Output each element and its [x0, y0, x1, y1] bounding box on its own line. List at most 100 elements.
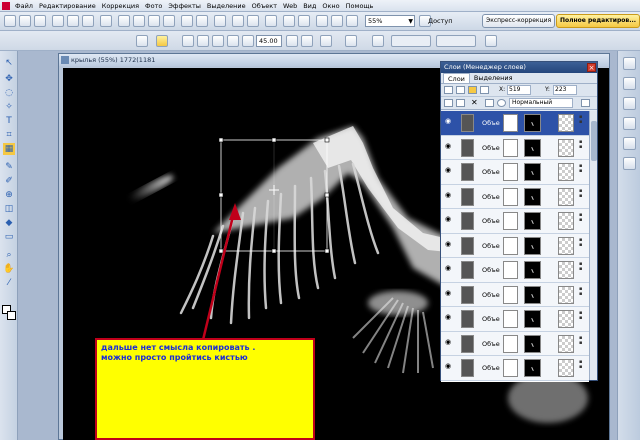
close-icon[interactable]: × [587, 63, 596, 72]
layer-lock-icon[interactable]: ▪ ▪ [579, 311, 587, 327]
hand-tool-icon[interactable]: ✋ [3, 263, 15, 275]
angle-spin-icon[interactable] [286, 35, 298, 47]
panel-toggle-1-icon[interactable] [623, 57, 636, 70]
magic-wand-icon[interactable]: ✧ [3, 101, 15, 113]
deform-tool-icon[interactable]: ▦ [3, 143, 15, 155]
grid-icon[interactable] [316, 15, 328, 27]
menu-object[interactable]: Объект [249, 2, 280, 10]
panel-toggle-6-icon[interactable] [623, 157, 636, 170]
x-field[interactable]: 519 [507, 85, 531, 95]
delete-layer-icon[interactable]: ✕ [471, 99, 480, 107]
layer-lock-icon[interactable]: ▪ ▪ [579, 335, 587, 352]
duplicate-layer-icon[interactable] [456, 99, 465, 107]
browse-icon[interactable] [100, 15, 112, 27]
options-icon[interactable] [485, 35, 497, 47]
visibility-eye-icon[interactable]: ◉ [444, 313, 452, 321]
layer-row[interactable]: ◉ Объе ▪ ▪ [441, 233, 589, 258]
visibility-eye-icon[interactable]: ◉ [444, 338, 452, 346]
layer-row[interactable]: ◉ Объе ▪ ▪ [441, 331, 589, 356]
text-tool-icon[interactable]: T [3, 115, 15, 127]
full-edit-button[interactable]: Полное редактиров... [556, 14, 640, 28]
visibility-eye-icon[interactable]: ◉ [444, 142, 452, 150]
layer-props-icon[interactable] [456, 86, 465, 94]
picker-tool-icon[interactable]: ⁄ [3, 277, 15, 289]
layer-lock-icon[interactable]: ▪ ▪ [579, 115, 587, 131]
ruler-icon[interactable] [331, 15, 343, 27]
visibility-eye-icon[interactable]: ◉ [444, 362, 452, 370]
panel-toggle-4-icon[interactable] [623, 117, 636, 130]
layer-lock-icon[interactable]: ▪ ▪ [579, 286, 587, 303]
lasso-tool-icon[interactable]: ◌ [3, 87, 15, 99]
clone-tool-icon[interactable]: ⊕ [3, 189, 15, 201]
zoom-select[interactable]: 55% ▼ [365, 15, 415, 27]
layer-row[interactable]: ◉ Объе ▪ ▪ [441, 111, 589, 136]
save-icon[interactable] [34, 15, 46, 27]
tab-selections[interactable]: Выделения [470, 73, 517, 83]
visibility-eye-icon[interactable]: ◉ [444, 191, 452, 199]
new-layer-icon[interactable] [444, 99, 453, 107]
email-icon[interactable] [82, 15, 94, 27]
rotate-icon[interactable] [283, 15, 295, 27]
zoom-icon[interactable] [346, 15, 358, 27]
menu-edit[interactable]: Редактирование [36, 2, 99, 10]
lock-icon[interactable] [372, 35, 384, 47]
fill-tool-icon[interactable]: ◆ [3, 217, 15, 229]
visibility-eye-icon[interactable]: ◉ [444, 117, 452, 125]
undo-icon[interactable] [232, 15, 244, 27]
visibility-eye-icon[interactable]: ◉ [444, 166, 452, 174]
scrollbar-thumb[interactable] [591, 121, 597, 161]
apply-icon[interactable] [301, 35, 313, 47]
visibility-eye-icon[interactable]: ◉ [444, 215, 452, 223]
rotate-left-icon[interactable] [227, 35, 239, 47]
layer-row[interactable]: ◉ Объе ▪ ▪ [441, 135, 589, 160]
print-icon[interactable] [67, 15, 79, 27]
flip-icon[interactable] [298, 15, 310, 27]
align-icon[interactable] [320, 35, 332, 47]
open-file-icon[interactable] [19, 15, 31, 27]
layer-lock-icon[interactable]: ▪ ▪ [579, 139, 587, 156]
redo-icon[interactable] [247, 15, 259, 27]
access-button[interactable]: Доступ [428, 15, 453, 27]
width-field[interactable] [391, 35, 431, 47]
express-correction-button[interactable]: Экспресс-коррекция [482, 14, 556, 28]
pointer-tool-icon[interactable]: ↖ [3, 57, 15, 69]
transform-mode-icon[interactable] [136, 35, 148, 47]
menu-file[interactable]: Файл [12, 2, 36, 10]
layer-type-icon[interactable] [444, 86, 453, 94]
link-icon[interactable] [485, 99, 494, 107]
layer-lock-icon[interactable]: ▪ ▪ [579, 164, 587, 180]
gradient-tool-icon[interactable]: ▭ [3, 231, 15, 243]
new-file-icon[interactable] [4, 15, 16, 27]
background-color-swatch[interactable] [7, 311, 16, 320]
perspective-icon[interactable] [212, 35, 224, 47]
move-tool-icon[interactable]: ✥ [3, 73, 15, 85]
layer-row[interactable]: ◉ Объе ▪ ▪ [441, 307, 589, 332]
menu-effects[interactable]: Эффекты [165, 2, 204, 10]
paste-icon[interactable] [148, 15, 160, 27]
menu-window[interactable]: Окно [319, 2, 342, 10]
resize-icon[interactable] [196, 15, 208, 27]
deform-mode-icon[interactable] [156, 35, 168, 47]
menu-correction[interactable]: Коррекция [99, 2, 142, 10]
visibility-eye-icon[interactable]: ◉ [444, 264, 452, 272]
layer-view-icon[interactable] [468, 86, 477, 94]
eraser-tool-icon[interactable]: ◫ [3, 203, 15, 215]
panel-toggle-2-icon[interactable] [623, 77, 636, 90]
layer-row[interactable]: ◉ Объе ▪ ▪ [441, 160, 589, 185]
layer-row[interactable]: ◉ Объе ▪ ▪ [441, 258, 589, 283]
layer-lock-icon[interactable]: ▪ ▪ [579, 213, 587, 229]
delete-icon[interactable] [214, 15, 226, 27]
visibility-eye-icon[interactable]: ◉ [444, 289, 452, 297]
layers-scrollbar[interactable] [589, 111, 597, 380]
y-field[interactable]: 223 [553, 85, 577, 95]
layer-lock-icon[interactable]: ▪ ▪ [579, 188, 587, 205]
position-icon[interactable] [345, 35, 357, 47]
layer-row[interactable]: ◉ Объе ▪ ▪ [441, 282, 589, 307]
menu-web[interactable]: Web [280, 2, 300, 10]
copy-icon[interactable] [133, 15, 145, 27]
paste-new-icon[interactable] [163, 15, 175, 27]
cut-icon[interactable] [118, 15, 130, 27]
menu-selection[interactable]: Выделение [204, 2, 249, 10]
menu-help[interactable]: Помощь [343, 2, 377, 10]
crop-icon[interactable] [181, 15, 193, 27]
